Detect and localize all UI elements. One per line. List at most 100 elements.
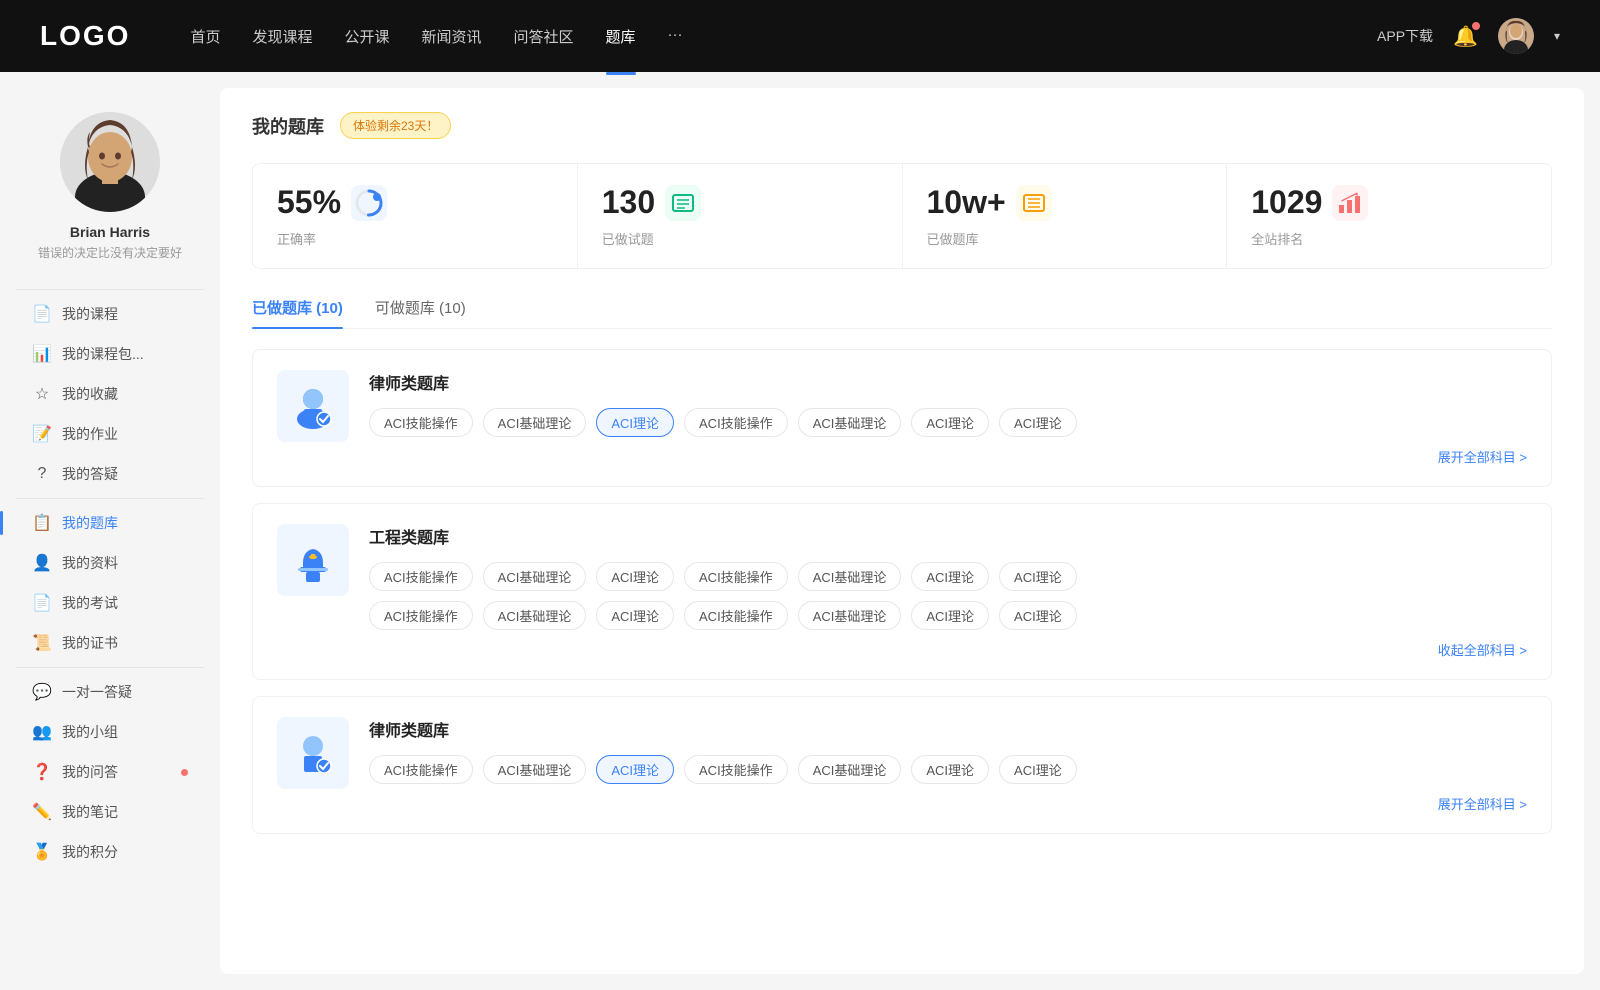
stat-accuracy-label: 正确率 — [277, 229, 553, 248]
qb-tag-2r2-1[interactable]: ACI基础理论 — [483, 601, 587, 630]
sidebar-label-profile: 我的资料 — [62, 553, 188, 573]
notification-bell[interactable]: 🔔 — [1453, 24, 1478, 49]
notes-icon: ✏️ — [32, 802, 52, 822]
qb-card-3-tags: ACI技能操作 ACI基础理论 ACI理论 ACI技能操作 ACI基础理论 AC… — [369, 755, 1527, 784]
notification-dot — [1472, 22, 1480, 30]
qb-card-2-icon — [277, 524, 349, 596]
sidebar-item-group[interactable]: 👥 我的小组 — [0, 712, 220, 752]
stat-banks-done: 10w+ 已做题库 — [903, 164, 1228, 268]
qb-tag-2r2-3[interactable]: ACI技能操作 — [684, 601, 788, 630]
sidebar-item-exam[interactable]: 📄 我的考试 — [0, 583, 220, 623]
qb-tag-2-1[interactable]: ACI基础理论 — [483, 562, 587, 591]
favorites-icon: ☆ — [32, 384, 52, 404]
qb-tag-3-5[interactable]: ACI理论 — [911, 755, 989, 784]
nav-item-news[interactable]: 新闻资讯 — [422, 22, 482, 51]
sidebar-label-points: 我的积分 — [62, 842, 188, 862]
tab-done-banks[interactable]: 已做题库 (10) — [252, 297, 343, 328]
qb-tag-3-6[interactable]: ACI理论 — [999, 755, 1077, 784]
qb-tag-1-3[interactable]: ACI技能操作 — [684, 408, 788, 437]
qb-tag-2-6[interactable]: ACI理论 — [999, 562, 1077, 591]
qb-tag-3-0[interactable]: ACI技能操作 — [369, 755, 473, 784]
sidebar-item-my-qa[interactable]: ❓ 我的问答 — [0, 752, 220, 792]
app-download-link[interactable]: APP下载 — [1377, 26, 1433, 46]
logo: LOGO — [40, 20, 130, 52]
qb-tag-3-2[interactable]: ACI理论 — [596, 755, 674, 784]
nav-item-opencourse[interactable]: 公开课 — [344, 22, 389, 51]
qb-card-1-title: 律师类题库 — [369, 370, 1527, 394]
stat-questions-done-icon — [665, 185, 701, 221]
sidebar-label-questionbank: 我的题库 — [62, 513, 188, 533]
stat-rank-label: 全站排名 — [1251, 229, 1527, 248]
qb-tag-2r2-0[interactable]: ACI技能操作 — [369, 601, 473, 630]
stat-accuracy-icon — [351, 185, 387, 221]
sidebar-avatar — [60, 112, 160, 212]
qb-tag-2r2-4[interactable]: ACI基础理论 — [798, 601, 902, 630]
qb-tag-2r2-6[interactable]: ACI理论 — [999, 601, 1077, 630]
questionbank-icon: 📋 — [32, 513, 52, 533]
nav-menu: 首页 发现课程 公开课 新闻资讯 问答社区 题库 ··· — [190, 22, 1377, 51]
stat-rank-value: 1029 — [1251, 184, 1322, 221]
qb-card-1-tags: ACI技能操作 ACI基础理论 ACI理论 ACI技能操作 ACI基础理论 AC… — [369, 408, 1527, 437]
sidebar-user-motto: 错误的决定比没有决定要好 — [18, 244, 202, 261]
nav-item-more[interactable]: ··· — [668, 22, 683, 51]
page-title: 我的题库 — [252, 113, 324, 139]
qb-tag-1-4[interactable]: ACI基础理论 — [798, 408, 902, 437]
qb-tag-2-3[interactable]: ACI技能操作 — [684, 562, 788, 591]
qb-card-3-header: 律师类题库 ACI技能操作 ACI基础理论 ACI理论 ACI技能操作 ACI基… — [277, 717, 1527, 813]
stat-banks-done-label: 已做题库 — [927, 229, 1203, 248]
sidebar-item-one-on-one[interactable]: 💬 一对一答疑 — [0, 672, 220, 712]
sidebar-item-favorites[interactable]: ☆ 我的收藏 — [0, 374, 220, 414]
sidebar-user-name: Brian Harris — [70, 224, 150, 240]
sidebar-label-favorites: 我的收藏 — [62, 384, 188, 404]
sidebar-item-notes[interactable]: ✏️ 我的笔记 — [0, 792, 220, 832]
qb-card-1: 律师类题库 ACI技能操作 ACI基础理论 ACI理论 ACI技能操作 ACI基… — [252, 349, 1552, 487]
sidebar-item-questionbank[interactable]: 📋 我的题库 — [0, 503, 220, 543]
qb-card-3-body: 律师类题库 ACI技能操作 ACI基础理论 ACI理论 ACI技能操作 ACI基… — [369, 717, 1527, 813]
profile-icon: 👤 — [32, 553, 52, 573]
sidebar-item-qa[interactable]: ? 我的答疑 — [0, 454, 220, 494]
qb-tag-2r2-2[interactable]: ACI理论 — [596, 601, 674, 630]
sidebar-item-homework[interactable]: 📝 我的作业 — [0, 414, 220, 454]
stat-rank-icon — [1332, 185, 1368, 221]
exam-icon: 📄 — [32, 593, 52, 613]
stat-questions-done-top: 130 — [602, 184, 878, 221]
qa-icon: ? — [32, 465, 52, 483]
nav-item-qa[interactable]: 问答社区 — [514, 22, 574, 51]
sidebar-label-homework: 我的作业 — [62, 424, 188, 444]
nav-item-questionbank[interactable]: 题库 — [606, 22, 636, 51]
stat-questions-done-value: 130 — [602, 184, 655, 221]
qb-tag-3-1[interactable]: ACI基础理论 — [483, 755, 587, 784]
qb-card-2-header: 工程类题库 ACI技能操作 ACI基础理论 ACI理论 ACI技能操作 ACI基… — [277, 524, 1527, 659]
qb-tag-3-3[interactable]: ACI技能操作 — [684, 755, 788, 784]
qb-tag-2r2-5[interactable]: ACI理论 — [911, 601, 989, 630]
qb-card-2-expand[interactable]: 收起全部科目 > — [369, 640, 1527, 659]
sidebar-item-points[interactable]: 🏅 我的积分 — [0, 832, 220, 872]
stat-accuracy: 55% 正确率 — [253, 164, 578, 268]
qb-card-1-expand[interactable]: 展开全部科目 > — [369, 447, 1527, 466]
nav-item-discover[interactable]: 发现课程 — [252, 22, 312, 51]
sidebar-item-certificate[interactable]: 📜 我的证书 — [0, 623, 220, 663]
qb-tag-3-4[interactable]: ACI基础理论 — [798, 755, 902, 784]
sidebar-item-profile[interactable]: 👤 我的资料 — [0, 543, 220, 583]
qb-card-3-expand[interactable]: 展开全部科目 > — [369, 794, 1527, 813]
qb-tag-2-5[interactable]: ACI理论 — [911, 562, 989, 591]
sidebar-label-my-qa: 我的问答 — [62, 762, 169, 782]
sidebar-label-notes: 我的笔记 — [62, 802, 188, 822]
sidebar-item-course-package[interactable]: 📊 我的课程包... — [0, 334, 220, 374]
qb-tag-2-4[interactable]: ACI基础理论 — [798, 562, 902, 591]
qb-card-3-icon — [277, 717, 349, 789]
sidebar-divider-2 — [16, 498, 204, 499]
nav-item-home[interactable]: 首页 — [190, 22, 220, 51]
qb-tag-2-0[interactable]: ACI技能操作 — [369, 562, 473, 591]
qb-tag-1-5[interactable]: ACI理论 — [911, 408, 989, 437]
qb-tag-1-6[interactable]: ACI理论 — [999, 408, 1077, 437]
qb-tag-1-2[interactable]: ACI理论 — [596, 408, 674, 437]
qb-tag-1-0[interactable]: ACI技能操作 — [369, 408, 473, 437]
stat-rank: 1029 全站排名 — [1227, 164, 1551, 268]
sidebar-item-my-courses[interactable]: 📄 我的课程 — [0, 294, 220, 334]
qb-tag-2-2[interactable]: ACI理论 — [596, 562, 674, 591]
qb-tag-1-1[interactable]: ACI基础理论 — [483, 408, 587, 437]
user-avatar[interactable] — [1498, 18, 1534, 54]
tab-available-banks[interactable]: 可做题库 (10) — [375, 297, 466, 328]
user-menu-chevron[interactable]: ▾ — [1554, 29, 1560, 43]
